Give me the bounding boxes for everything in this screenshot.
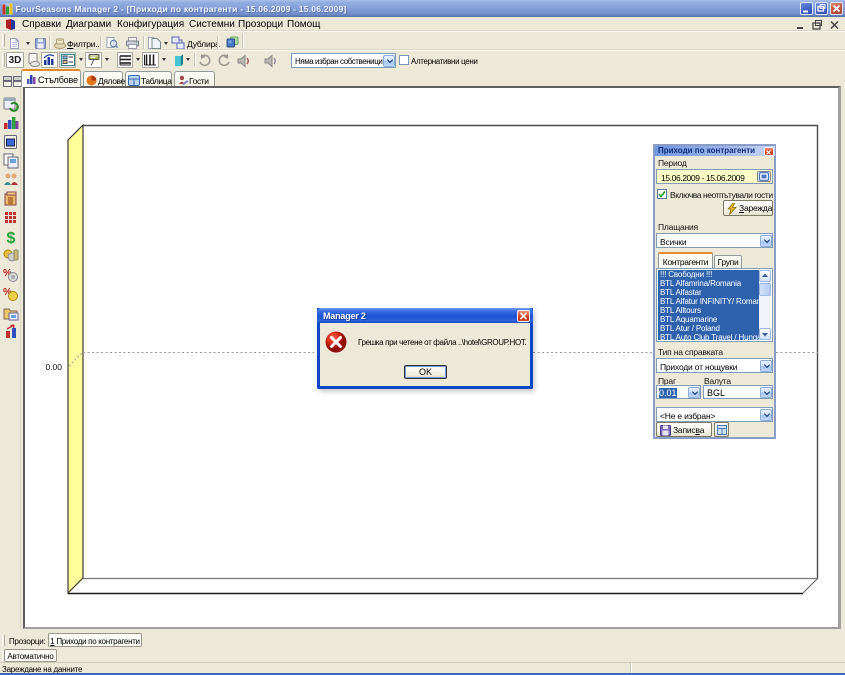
svg-text:0.00: 0.00 bbox=[45, 362, 62, 372]
svg-text:$: $ bbox=[7, 230, 16, 245]
